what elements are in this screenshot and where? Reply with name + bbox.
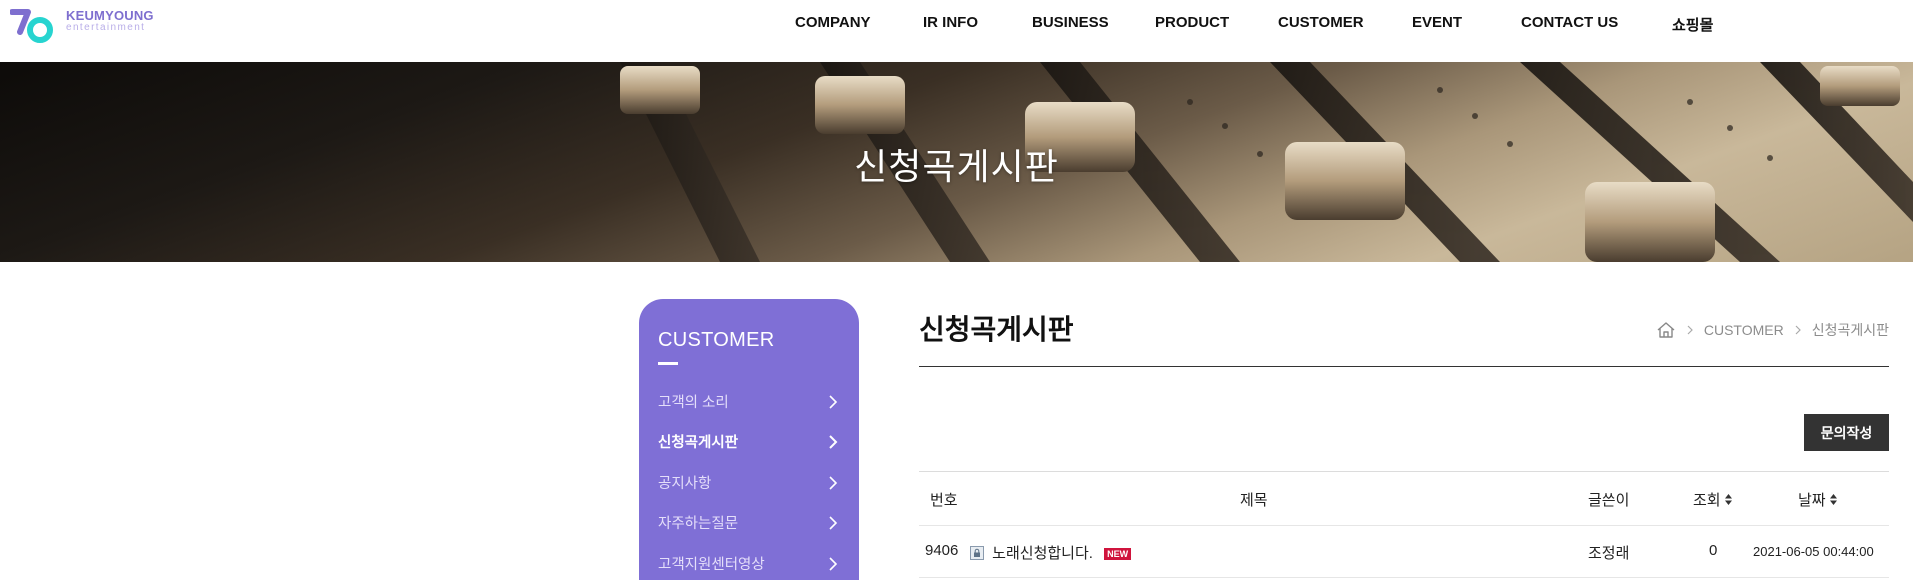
sidebar-item-label: 공지사항 (658, 476, 712, 492)
logo-icon (10, 9, 53, 43)
nav-shopping-mall[interactable]: 쇼핑몰 (1672, 14, 1713, 35)
logo-subtitle: entertainment (66, 22, 146, 33)
row-number: 9406 (925, 542, 959, 559)
site-logo[interactable]: KEUMYOUNG entertainment (10, 6, 170, 46)
column-header-number: 번호 (930, 492, 958, 509)
nav-ir-info[interactable]: IR INFO (923, 14, 978, 31)
chevron-right-icon (829, 435, 838, 449)
sidebar-item-notice[interactable]: 공지사항 (658, 472, 840, 496)
chevron-right-icon (829, 476, 838, 490)
column-header-views[interactable]: 조회 (1693, 489, 1733, 510)
nav-customer[interactable]: CUSTOMER (1278, 14, 1364, 31)
new-badge: NEW (1104, 548, 1132, 560)
breadcrumb-item-customer[interactable]: CUSTOMER (1704, 322, 1784, 338)
page-title: 신청곡게시판 (919, 314, 1074, 345)
lock-icon (970, 546, 984, 560)
nav-contact-us[interactable]: CONTACT US (1521, 14, 1618, 31)
sidebar-item-label: 고객지원센터영상 (658, 557, 765, 573)
sidebar-item-song-request[interactable]: 신청곡게시판 (658, 431, 840, 455)
column-header-author: 글쓴이 (1588, 492, 1630, 509)
breadcrumb: CUSTOMER 신청곡게시판 (1656, 320, 1889, 340)
column-header-date[interactable]: 날짜 (1798, 489, 1838, 510)
row-views: 0 (1709, 542, 1718, 559)
row-author: 조정래 (1588, 545, 1630, 562)
column-header-views-label: 조회 (1693, 492, 1721, 509)
nav-company[interactable]: COMPANY (795, 14, 871, 31)
row-subject[interactable]: 노래신청합니다. NEW (964, 542, 1132, 563)
page-banner: 신청곡게시판 (0, 62, 1913, 262)
sidebar-title-underline (658, 362, 678, 365)
chevron-right-icon (1795, 325, 1801, 335)
breadcrumb-item-current[interactable]: 신청곡게시판 (1812, 320, 1889, 340)
nav-event[interactable]: EVENT (1412, 14, 1462, 31)
chevron-right-icon (829, 395, 838, 409)
chevron-right-icon (829, 516, 838, 530)
sidebar-item-faq[interactable]: 자주하는질문 (658, 512, 840, 536)
chevron-right-icon (829, 557, 838, 571)
sort-icon (1724, 494, 1732, 505)
table-row-divider (919, 577, 1889, 578)
column-header-date-label: 날짜 (1798, 492, 1826, 509)
sidebar-title: CUSTOMER (658, 329, 775, 351)
sidebar-item-label: 신청곡게시판 (658, 435, 739, 451)
table-header-divider (919, 525, 1889, 526)
row-date: 2021-06-05 00:44:00 (1753, 544, 1874, 559)
sidebar-menu: CUSTOMER 고객의 소리 신청곡게시판 공지사항 자주하는질문 고객지원센… (639, 299, 859, 580)
title-divider (919, 366, 1889, 367)
nav-business[interactable]: BUSINESS (1032, 14, 1109, 31)
write-inquiry-button[interactable]: 문의작성 (1804, 414, 1889, 451)
table-top-border (919, 471, 1889, 472)
banner-title: 신청곡게시판 (854, 146, 1059, 187)
sidebar-item-support-video[interactable]: 고객지원센터영상 (658, 553, 840, 577)
row-subject-link[interactable]: 노래신청합니다. (992, 545, 1093, 562)
sidebar-item-label: 자주하는질문 (658, 516, 739, 532)
logo-name: KEUMYOUNG (66, 8, 154, 23)
column-header-subject: 제목 (1240, 492, 1268, 509)
nav-product[interactable]: PRODUCT (1155, 14, 1229, 31)
site-header: KEUMYOUNG entertainment COMPANY IR INFO … (0, 0, 1913, 62)
home-icon[interactable] (1656, 321, 1676, 339)
sidebar-item-customer-voice[interactable]: 고객의 소리 (658, 391, 840, 415)
sort-icon (1829, 494, 1837, 505)
chevron-right-icon (1687, 325, 1693, 335)
sidebar-item-label: 고객의 소리 (658, 395, 729, 411)
